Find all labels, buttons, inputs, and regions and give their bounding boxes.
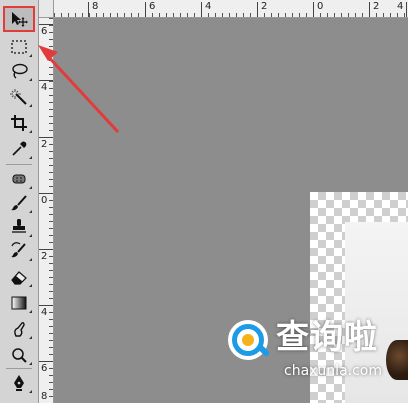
ruler-label: 0 xyxy=(317,1,324,12)
vertical-ruler[interactable]: 6 4 2 0 2 4 6 8 xyxy=(39,18,54,403)
ruler-label: 6 xyxy=(41,363,48,374)
lasso-tool-button[interactable] xyxy=(5,60,33,82)
pen-tool-button[interactable] xyxy=(5,372,33,394)
horizontal-ruler[interactable]: 8 6 4 2 0 2 4 xyxy=(54,0,408,18)
move-tool-button[interactable] xyxy=(3,6,35,32)
ruler-label: 2 xyxy=(41,139,48,150)
ruler-label: 6 xyxy=(41,26,48,37)
blur-tool-button[interactable] xyxy=(5,318,33,340)
ruler-label: 4 xyxy=(205,1,212,12)
ruler-label: 2 xyxy=(41,251,48,262)
watermark-url: chaxunla.com xyxy=(284,363,382,379)
ruler-label: 2 xyxy=(261,1,268,12)
move-icon xyxy=(12,12,28,27)
pen-icon xyxy=(14,375,24,391)
logo-dot-icon xyxy=(242,334,254,346)
clone-stamp-tool-button[interactable] xyxy=(5,216,33,238)
eraser-tool-button[interactable] xyxy=(5,266,33,288)
ruler-origin[interactable] xyxy=(39,0,54,18)
eraser-icon xyxy=(11,271,27,285)
bandage-icon xyxy=(12,174,26,184)
spot-healing-brush-tool-button[interactable] xyxy=(5,168,33,190)
crop-tool-button[interactable] xyxy=(5,112,33,134)
crop-icon xyxy=(11,115,27,131)
ruler-label: 2 xyxy=(373,1,380,12)
ruler-label: 4 xyxy=(41,82,48,93)
dodge-tool-button[interactable] xyxy=(5,344,33,366)
ruler-label: 4 xyxy=(41,307,48,318)
ruler-label: 8 xyxy=(92,1,99,12)
ruler-label: 6 xyxy=(149,1,156,12)
ruler-label: 8 xyxy=(41,391,48,402)
gradient-icon xyxy=(11,296,27,310)
rectangular-marquee-tool-button[interactable] xyxy=(5,36,33,58)
lasso-icon xyxy=(12,63,28,79)
finger-smudge-icon xyxy=(14,322,25,337)
watermark-title: 查询啦 xyxy=(276,317,378,356)
gradient-tool-button[interactable] xyxy=(5,292,33,314)
tools-panel xyxy=(0,0,39,403)
eyedropper-icon xyxy=(12,141,27,156)
magic-wand-icon xyxy=(10,89,27,105)
magic-wand-tool-button[interactable] xyxy=(5,86,33,108)
dodge-icon xyxy=(12,348,27,363)
brush-icon xyxy=(11,195,27,211)
watermark: 查询啦 chaxunla.com xyxy=(224,314,384,384)
brush-tool-button[interactable] xyxy=(5,192,33,214)
eyedropper-tool-button[interactable] xyxy=(5,138,33,160)
history-brush-tool-button[interactable] xyxy=(5,240,33,262)
ruler-label: 4 xyxy=(397,1,404,12)
image-detail xyxy=(386,340,408,380)
history-brush-icon xyxy=(11,242,26,258)
stamp-icon xyxy=(12,219,26,233)
marquee-icon xyxy=(11,40,27,54)
ruler-label: 0 xyxy=(41,195,48,206)
